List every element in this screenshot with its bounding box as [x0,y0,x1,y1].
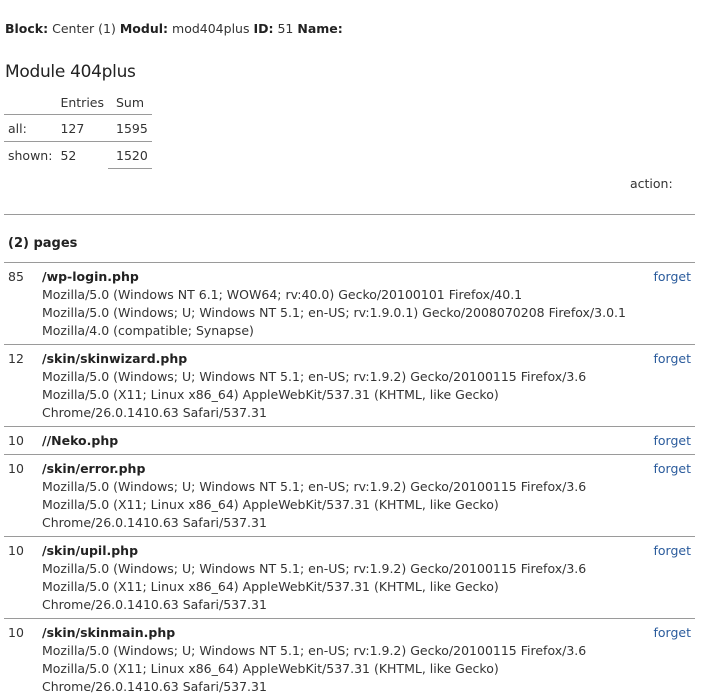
stats-row-label: all: [4,114,57,142]
page-title: Module 404plus [5,62,136,82]
stats-row-entries: 127 [56,114,108,142]
modul-value: mod404plus [172,21,250,36]
forget-link[interactable]: forget [654,433,692,448]
id-label: ID: [253,21,274,36]
user-agent: Mozilla/5.0 (X11; Linux x86_64) AppleWeb… [42,661,499,694]
forget-link[interactable]: forget [654,625,692,640]
user-agent: Mozilla/5.0 (X11; Linux x86_64) AppleWeb… [42,387,499,420]
page-path: /skin/upil.php [42,543,139,558]
page-path: /skin/error.php [42,461,146,476]
block-label: Block: [5,21,49,36]
page-entry-body: /skin/skinmain.php Mozilla/5.0 (Windows; … [42,624,632,696]
stats-header-sum: Sum [116,94,145,110]
stats-row-label: shown: [4,141,57,169]
hit-count: 10 [8,433,24,448]
stats-header-row: Entries Sum [4,90,152,115]
hit-count: 10 [8,543,24,558]
pages-heading: (2) pages [8,236,78,251]
page-entry-body: //Neko.php [42,432,632,450]
stats-header-entries: Entries [60,94,104,110]
hit-count: 85 [8,269,24,284]
page-entry-body: /skin/upil.php Mozilla/5.0 (Windows; U; W… [42,542,632,614]
forget-link[interactable]: forget [654,269,692,284]
page-entry: 12/skin/skinwizard.php Mozilla/5.0 (Windo… [4,344,695,426]
pages-list: 85/wp-login.php Mozilla/5.0 (Windows NT 6… [4,262,695,700]
page-path: /skin/skinmain.php [42,625,176,640]
name-label: Name: [297,21,343,36]
page-entry: 10/skin/error.php Mozilla/5.0 (Windows; U… [4,454,695,536]
page-entry-body: /wp-login.php Mozilla/5.0 (Windows NT 6.1… [42,268,632,340]
user-agent: Mozilla/5.0 (Windows; U; Windows NT 5.1;… [42,369,587,384]
stats-row-shown: shown: 52 1520 [4,141,152,169]
action-label: action: [630,176,673,191]
page-entry: 10 //Neko.php forget [4,426,695,454]
stats-row-entries: 52 [56,141,108,169]
user-agent: Mozilla/4.0 (compatible; Synapse) [42,323,254,338]
page-entry-body: /skin/skinwizard.php Mozilla/5.0 (Windows… [42,350,632,422]
hit-count: 10 [8,625,24,640]
user-agent: Mozilla/5.0 (X11; Linux x86_64) AppleWeb… [42,579,499,612]
user-agent: Mozilla/5.0 (Windows NT 6.1; WOW64; rv:4… [42,287,523,302]
page-entry: 10/skin/upil.php Mozilla/5.0 (Windows; U;… [4,536,695,618]
page-entry-body: /skin/error.php Mozilla/5.0 (Windows; U; … [42,460,632,532]
page-path: //Neko.php [42,433,119,448]
stats-row-sum: 1595 [108,114,152,142]
modul-label: Modul: [119,21,169,36]
stats-header-empty [4,90,56,115]
forget-link[interactable]: forget [654,543,692,558]
forget-link[interactable]: forget [654,461,692,476]
page-entry: 10/skin/skinmain.php Mozilla/5.0 (Windows… [4,618,695,700]
user-agent: Mozilla/5.0 (Windows; U; Windows NT 5.1;… [42,643,587,658]
id-value: 51 [277,21,294,36]
stats-row-sum: 1520 [108,141,152,169]
hit-count: 10 [8,461,24,476]
block-info-line: Block: Center (1) Modul: mod404plus ID: … [5,21,343,36]
hit-count: 12 [8,351,24,366]
forget-link[interactable]: forget [654,351,692,366]
user-agent: Mozilla/5.0 (Windows; U; Windows NT 5.1;… [42,305,626,320]
divider [4,214,695,215]
user-agent: Mozilla/5.0 (X11; Linux x86_64) AppleWeb… [42,497,499,530]
stats-table: Entries Sum all: 127 1595 shown: 52 1520 [4,90,152,169]
stats-row-all: all: 127 1595 [4,114,152,142]
page-entry: 85/wp-login.php Mozilla/5.0 (Windows NT 6… [4,262,695,344]
user-agent: Mozilla/5.0 (Windows; U; Windows NT 5.1;… [42,479,587,494]
user-agent: Mozilla/5.0 (Windows; U; Windows NT 5.1;… [42,561,587,576]
page-path: /skin/skinwizard.php [42,351,188,366]
page-path: /wp-login.php [42,269,139,284]
block-value: Center (1) [52,21,116,36]
